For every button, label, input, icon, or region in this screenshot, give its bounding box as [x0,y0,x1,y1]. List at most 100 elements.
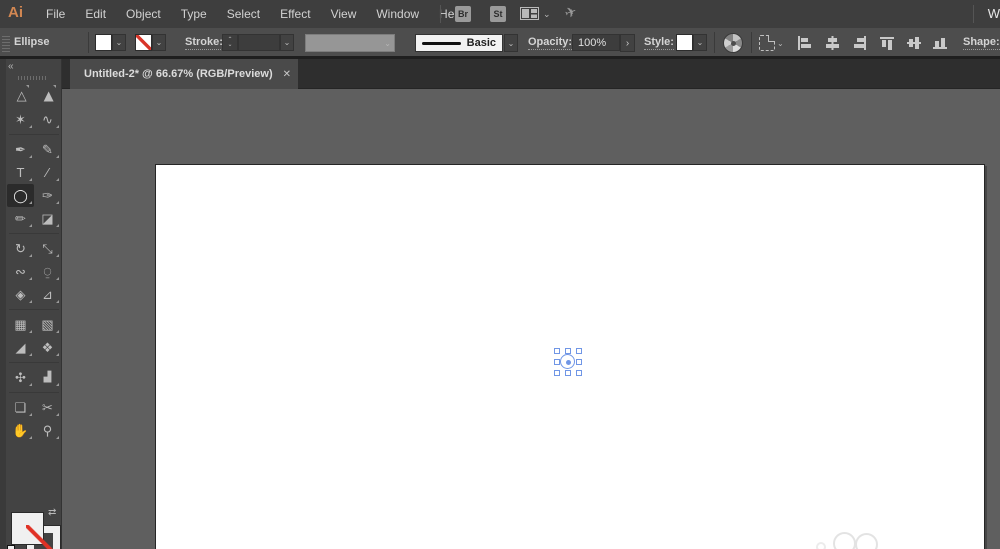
stock-button[interactable]: St [490,6,506,22]
stroke-color-swatch[interactable] [135,34,152,51]
tools-panel-grip[interactable] [18,76,48,80]
menu-view[interactable]: View [321,7,367,21]
tools-separator [7,230,61,237]
style-chevron-icon[interactable]: ⌄ [693,34,707,51]
artboard-tool[interactable]: ❏ [7,396,34,419]
lasso-tool[interactable]: ∿ [34,108,61,131]
stroke-color-chevron-icon[interactable]: ⌄ [152,34,166,51]
tab-close-icon[interactable]: ✕ [283,69,291,80]
document-tab-bar: Untitled-2* @ 66.67% (RGB/Preview) ✕ [62,59,1000,89]
selection-handle-middle-right[interactable] [576,359,582,365]
width-tool[interactable]: ∾ [7,260,34,283]
stroke-weight-field[interactable] [238,34,280,51]
column-graph-tool[interactable]: ▟ [34,366,61,389]
drawn-circle-small[interactable] [816,542,826,549]
recolor-artwork-icon[interactable] [723,33,743,53]
arrange-documents-chevron-icon[interactable]: ⌄ [543,9,551,20]
ellipse-center-point [565,359,571,365]
hand-tool[interactable]: ✋ [7,419,34,442]
puppet-warp-tool[interactable]: ⍜ [34,260,61,283]
mesh-tool[interactable]: ▦ [7,313,34,336]
selected-ellipse[interactable] [554,348,582,376]
selection-handle-middle-left[interactable] [554,359,560,365]
paintbrush-tool[interactable]: ✑ [34,184,61,207]
selection-handle-bottom-right[interactable] [576,370,582,376]
control-bar-grip[interactable] [2,34,10,52]
vertical-align-bottom-icon[interactable] [932,35,949,51]
brush-definition-field[interactable]: Basic [415,34,503,52]
ellipse-tool[interactable]: ◯ [7,184,34,207]
active-tool-label: Ellipse [14,36,50,48]
default-fill-stroke-icon[interactable] [7,545,20,549]
selection-handle-bottom-center[interactable] [565,370,571,376]
menu-file[interactable]: File [36,7,75,21]
gradient-tool[interactable]: ▧ [34,313,61,336]
selection-handle-top-left[interactable] [554,348,560,354]
slice-tool[interactable]: ✂ [34,396,61,419]
stroke-weight-chevron-icon[interactable]: ⌄ [280,34,294,51]
pen-tool[interactable]: ✒ [7,138,34,161]
scale-tool[interactable]: ⤡ [34,237,61,260]
selection-handle-bottom-left[interactable] [554,370,560,376]
workspace-label[interactable]: W [988,6,1000,21]
control-separator [751,32,752,53]
arrange-documents-icon[interactable] [520,7,539,20]
style-swatch[interactable] [676,34,693,51]
menu-type[interactable]: Type [171,7,217,21]
blend-tool[interactable]: ❖ [34,336,61,359]
drawn-circle-right[interactable] [855,533,878,549]
fill-stroke-indicator: ⇄ [0,507,62,549]
collapse-panel-icon[interactable]: « [8,61,14,72]
menu-window[interactable]: Window [366,7,429,21]
fill-color-swatch[interactable] [95,34,112,51]
select-similar-chevron-icon[interactable]: ⌄ [777,39,784,48]
stroke-weight-stepper[interactable]: ⌃ ⌄ [222,34,238,51]
opacity-label[interactable]: Opacity: [528,36,573,50]
perspective-grid-tool[interactable]: ⊿ [34,283,61,306]
drawn-circle-left[interactable] [833,532,856,549]
document-tab-title: Untitled-2* @ 66.67% (RGB/Preview) [84,68,273,80]
style-label[interactable]: Style: [644,36,674,50]
selection-tool[interactable]: ▷ [9,83,32,110]
shaper-tool[interactable]: ✏ [7,207,34,230]
symbol-sprayer-tool[interactable]: ✣ [7,366,34,389]
menubar-separator [440,5,441,23]
stroke-weight-label[interactable]: Stroke: [185,36,223,50]
magic-wand-tool[interactable]: ✶ [7,108,34,131]
selection-handle-top-right[interactable] [576,348,582,354]
canvas-area[interactable] [62,89,1000,549]
brush-definition-chevron-icon[interactable]: ⌄ [504,34,518,52]
select-similar-icon[interactable] [759,35,775,51]
horizontal-align-right-icon[interactable] [851,35,868,51]
document-tab[interactable]: Untitled-2* @ 66.67% (RGB/Preview) ✕ [70,59,298,89]
opacity-field[interactable]: 100% [572,34,620,51]
stepper-down-icon[interactable]: ⌄ [227,42,232,48]
tools-separator [7,306,61,313]
horizontal-align-left-icon[interactable] [796,35,813,51]
zoom-tool[interactable]: ⚲ [34,419,61,442]
menu-object[interactable]: Object [116,7,171,21]
vertical-align-top-icon[interactable] [879,35,896,51]
line-segment-tool[interactable]: ∕ [34,161,61,184]
eyedropper-tool[interactable]: ◢ [7,336,34,359]
horizontal-align-center-icon[interactable] [824,35,841,51]
bridge-button[interactable]: Br [455,6,471,22]
shape-builder-tool[interactable]: ◈ [7,283,34,306]
swap-fill-stroke-icon[interactable]: ⇄ [48,507,56,518]
menu-effect[interactable]: Effect [270,7,320,21]
type-tool[interactable]: T [7,161,34,184]
rotate-tool[interactable]: ↻ [7,237,34,260]
selection-handle-top-center[interactable] [565,348,571,354]
opacity-panel-button[interactable]: › [620,34,635,52]
control-separator [714,32,715,53]
shape-label[interactable]: Shape: [963,36,1000,50]
direct-selection-tool[interactable]: ▶ [36,83,59,110]
fill-color-chevron-icon[interactable]: ⌄ [112,34,126,51]
curvature-tool[interactable]: ✎ [34,138,61,161]
menu-edit[interactable]: Edit [75,7,116,21]
eraser-tool[interactable]: ◪ [34,207,61,230]
vertical-align-center-icon[interactable] [906,35,923,51]
menu-select[interactable]: Select [217,7,270,21]
gpu-performance-icon[interactable]: ✈ [562,3,579,23]
menu-bar: Ai File Edit Object Type Select Effect V… [0,0,1000,28]
